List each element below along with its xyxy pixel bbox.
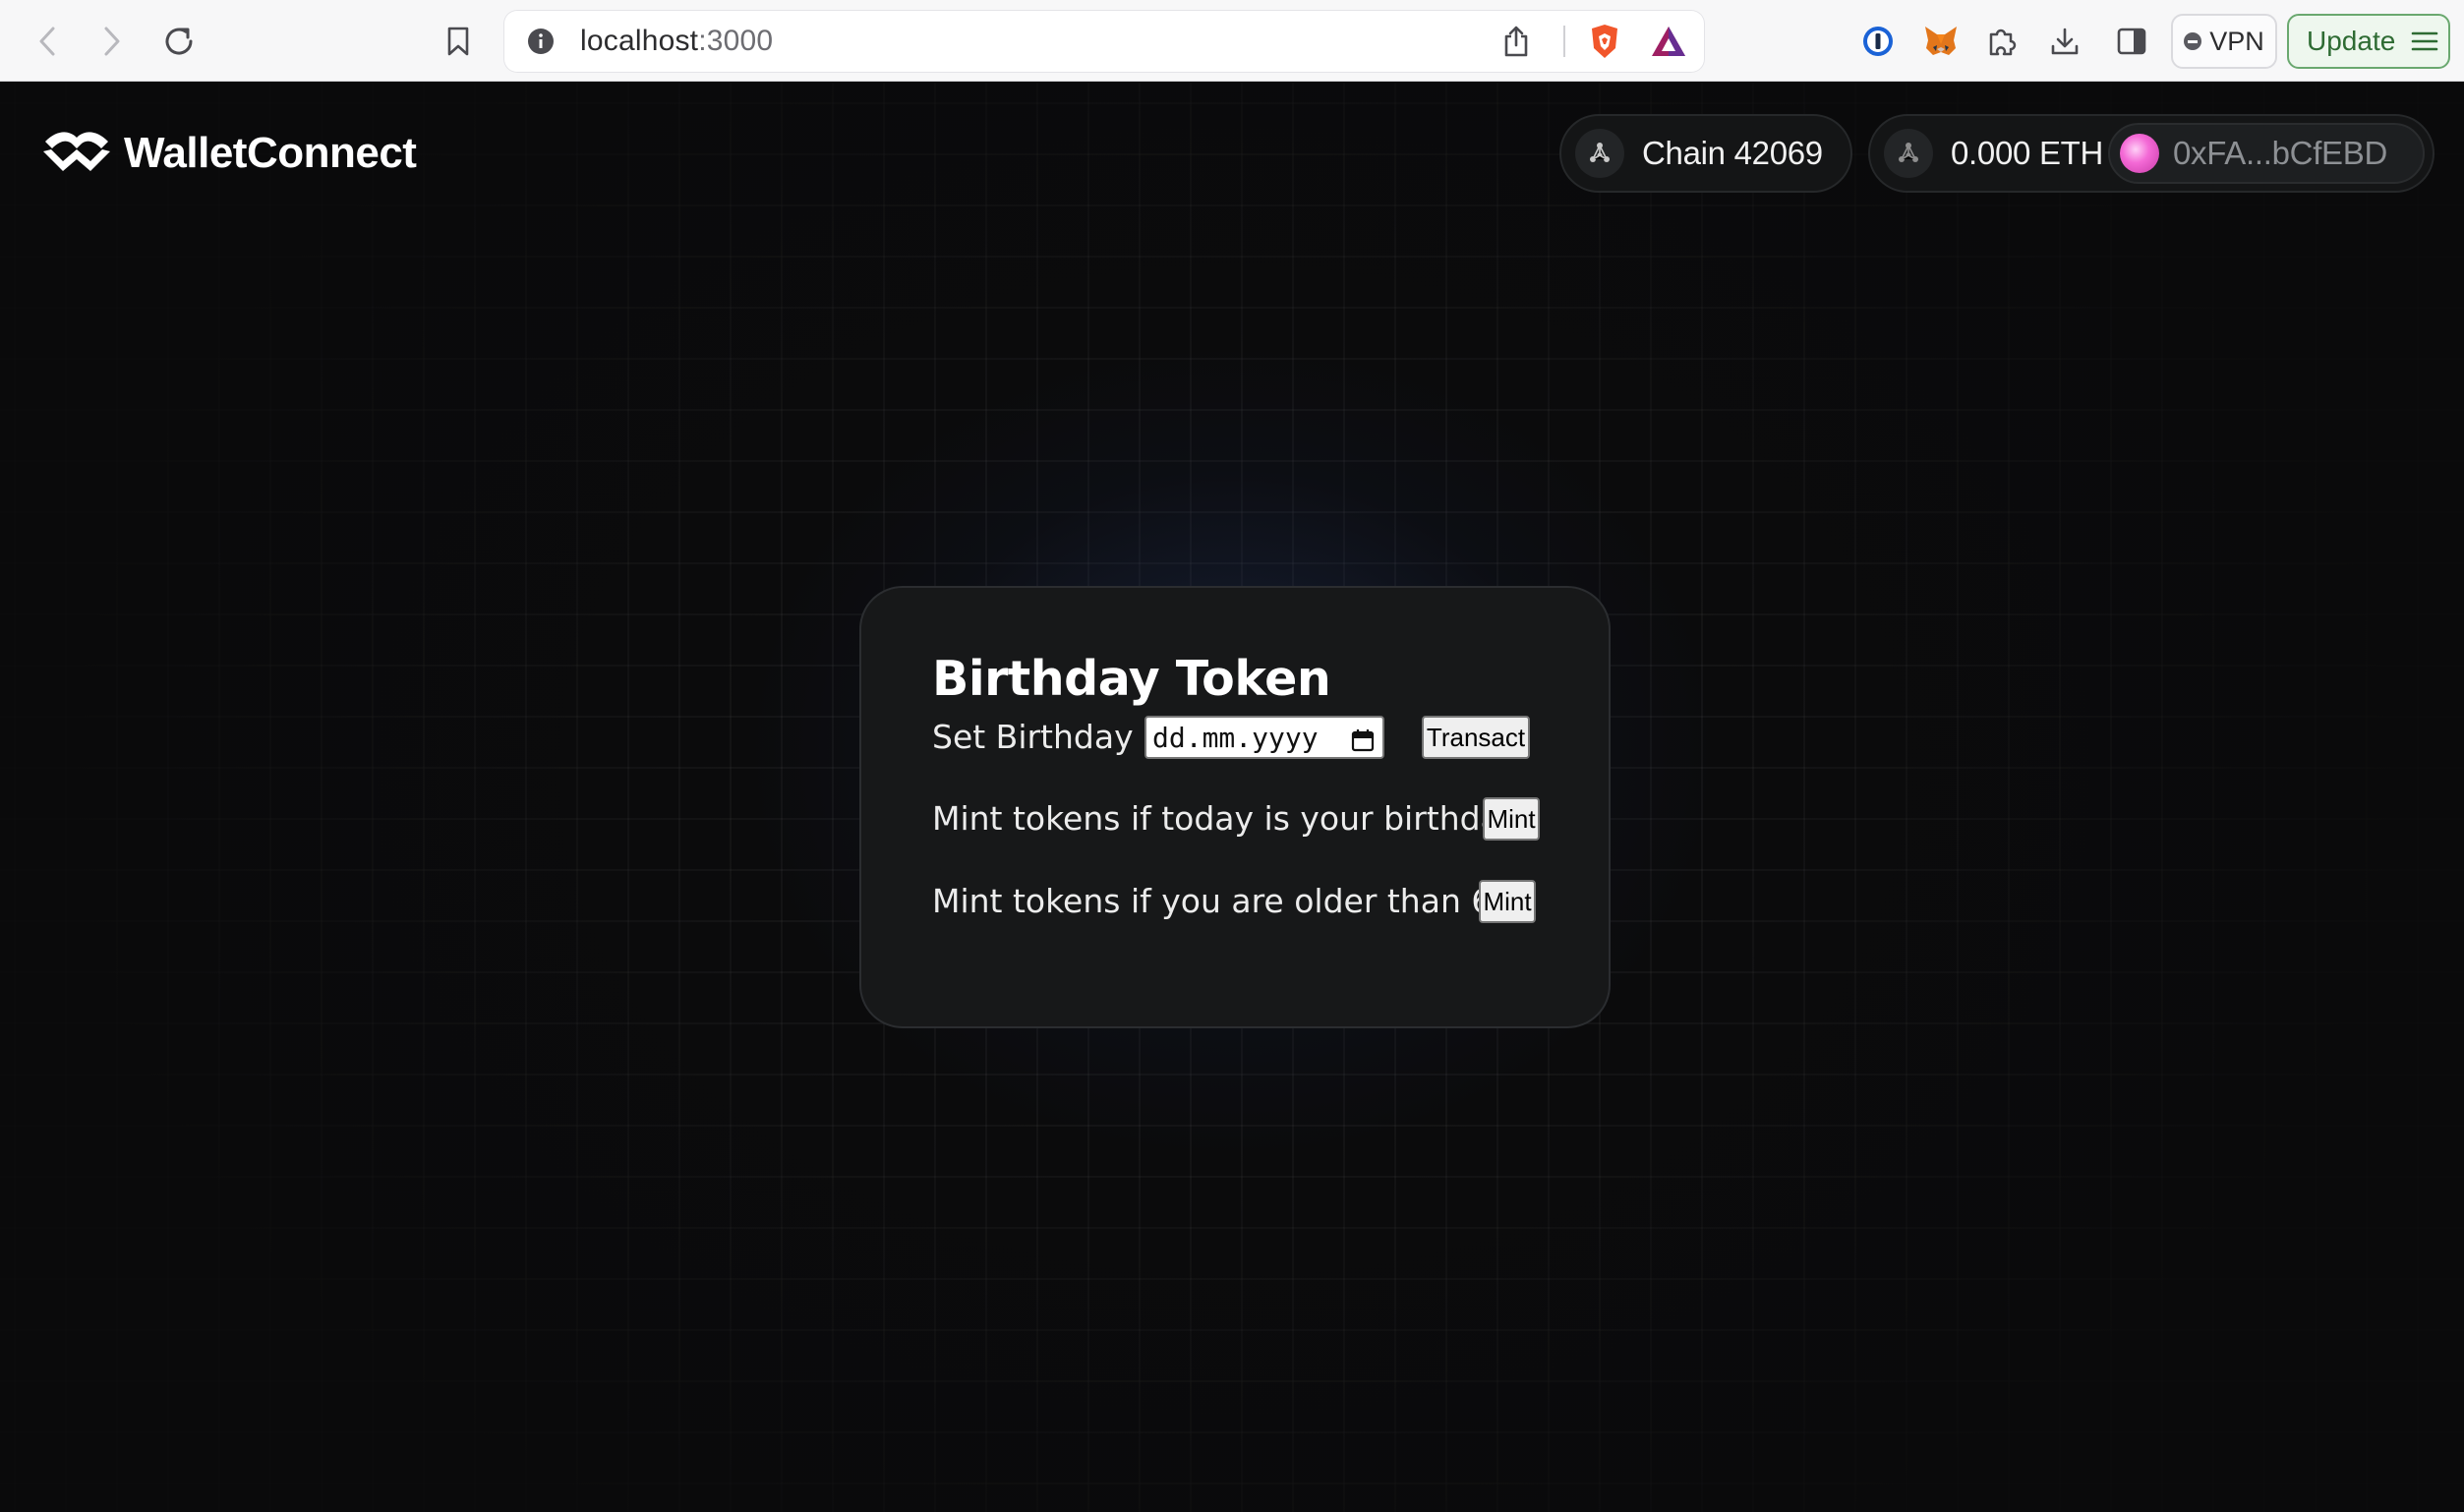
transact-button[interactable]: Transact (1422, 716, 1530, 759)
walletconnect-icon (39, 128, 114, 178)
back-arrow-icon[interactable] (28, 22, 67, 61)
calendar-icon[interactable] (1351, 727, 1375, 759)
brave-shields-icon[interactable] (1585, 22, 1624, 61)
forward-arrow-icon[interactable] (92, 22, 132, 61)
share-icon[interactable] (1498, 24, 1534, 59)
menu-icon[interactable] (2411, 30, 2438, 52)
brand-name: WalletConnect (124, 128, 417, 177)
downloads-icon[interactable] (2045, 22, 2084, 61)
chain-selector[interactable]: Chain 42069 (1559, 114, 1852, 193)
avatar (2120, 134, 2159, 173)
extensions-icon[interactable] (1982, 22, 2022, 61)
1password-icon[interactable] (1858, 22, 1898, 61)
mint-older-label: Mint tokens if you are older than 65 (932, 882, 1513, 920)
sidebar-icon[interactable] (2112, 22, 2151, 61)
address-label: 0xFA...bCfEBD (2173, 135, 2388, 171)
account-button[interactable]: 0.000 ETH 0xFA...bCfEBD (1868, 114, 2435, 193)
address-bar[interactable]: localhost:3000 (503, 10, 1705, 73)
brave-rewards-icon[interactable] (1648, 22, 1689, 61)
vpn-status-icon (2184, 32, 2202, 50)
site-info-icon[interactable] (525, 26, 557, 57)
vpn-label: VPN (2209, 26, 2264, 56)
bookmark-icon[interactable] (439, 22, 478, 61)
mint-birthday-label: Mint tokens if today is your birthday (932, 799, 1520, 838)
birthday-date-input[interactable]: dd.mm.yyyy (1144, 716, 1384, 759)
card-title: Birthday Token (932, 651, 1331, 707)
mint-older-button[interactable]: Mint (1479, 880, 1536, 923)
url-text[interactable]: localhost:3000 (580, 10, 773, 73)
update-button[interactable]: Update (2287, 14, 2450, 69)
address-chip[interactable]: 0xFA...bCfEBD (2108, 123, 2425, 184)
network-icon (1884, 129, 1933, 178)
reload-icon[interactable] (157, 20, 201, 63)
divider (1563, 26, 1565, 57)
chain-label: Chain 42069 (1642, 135, 1823, 171)
url-port: :3000 (698, 25, 774, 57)
walletconnect-logo[interactable]: WalletConnect (39, 128, 417, 178)
browser-toolbar: localhost:3000 VPN Update (0, 0, 2464, 82)
dapp-page: WalletConnect Chain 42069 0.000 ETH 0xFA… (0, 83, 2464, 1512)
date-placeholder: dd.mm.yyyy (1152, 721, 1319, 754)
update-label: Update (2307, 26, 2396, 56)
metamask-icon[interactable] (1919, 20, 1963, 63)
set-birthday-label: Set Birthday (932, 718, 1134, 756)
url-host: localhost (580, 25, 699, 57)
vpn-button[interactable]: VPN (2171, 14, 2277, 69)
network-icon (1575, 129, 1624, 178)
balance-label: 0.000 ETH (1951, 135, 2104, 171)
birthday-token-card: Birthday Token Set Birthday dd.mm.yyyy T… (859, 586, 1611, 1028)
mint-birthday-button[interactable]: Mint (1483, 797, 1540, 841)
